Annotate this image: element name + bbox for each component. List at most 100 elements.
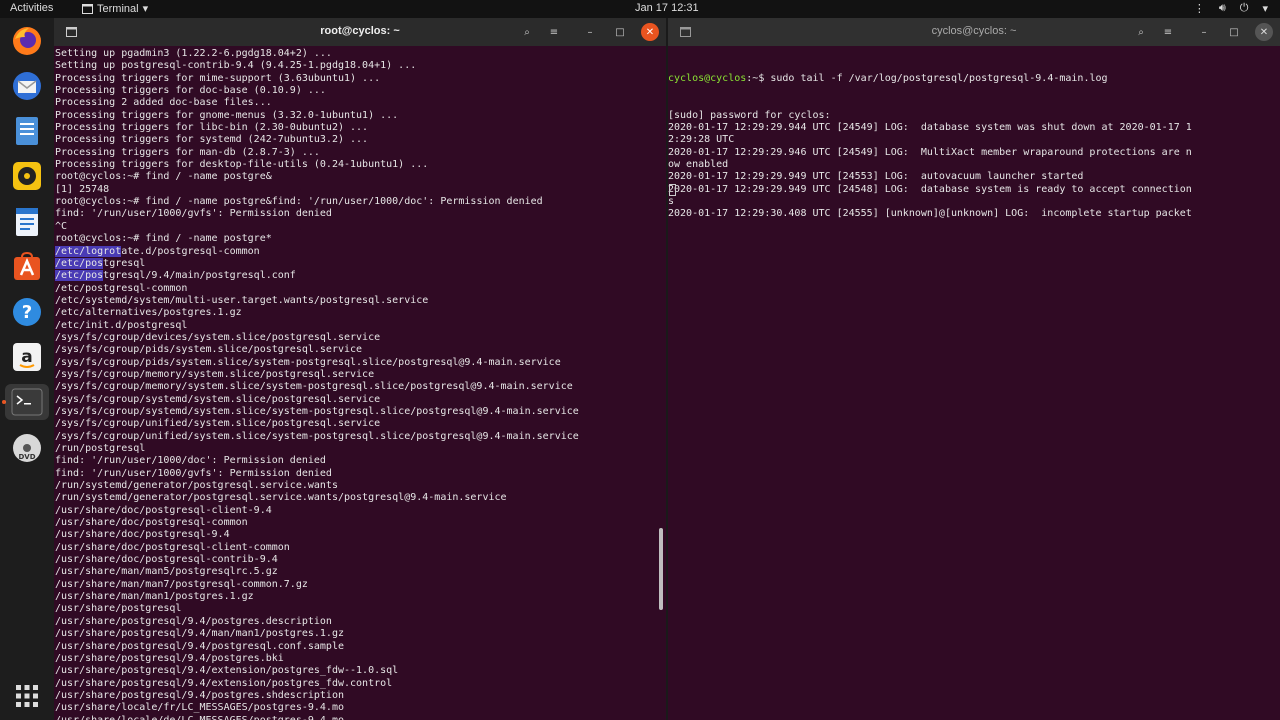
volume-icon: 🔊︎ xyxy=(1218,2,1226,14)
close-icon: ✕ xyxy=(645,26,655,38)
menu-button[interactable]: ≡ xyxy=(545,23,563,41)
line-text: /run/postgresql xyxy=(55,443,146,454)
terminal-line: ^C xyxy=(55,221,666,233)
terminal-line: /usr/share/postgresql/9.4/man/man1/postg… xyxy=(55,628,666,640)
terminal-line: /usr/share/postgresql/9.4/postgresql.con… xyxy=(55,641,666,653)
maximize-button[interactable]: □ xyxy=(1225,23,1243,41)
firefox-launcher[interactable] xyxy=(9,23,45,59)
writer-launcher[interactable] xyxy=(9,204,45,240)
terminal-line: /etc/systemd/system/multi-user.target.wa… xyxy=(55,295,666,307)
terminal-line: /usr/share/postgresql/9.4/postgres.bki xyxy=(55,653,666,665)
close-button[interactable]: ✕ xyxy=(641,23,659,41)
terminal-line: find: '/run/user/1000/gvfs': Permission … xyxy=(55,468,666,480)
terminal-line: Setting up postgresql-contrib-9.4 (9.4.2… xyxy=(55,60,666,72)
window-titlebar[interactable]: root@cyclos: ~ ⌕ ≡ – □ ✕ xyxy=(54,18,666,46)
line-text: /usr/share/man/man7/postgresql-common.7.… xyxy=(55,578,308,590)
terminal-small-icon xyxy=(82,3,93,14)
line-text: /usr/share/postgresql/9.4/postgres.bki xyxy=(55,652,284,664)
terminal-line: /sys/fs/cgroup/systemd/system.slice/post… xyxy=(55,394,666,406)
activities-button[interactable]: Activities xyxy=(10,2,53,14)
line-text: /usr/share/postgresql/9.4/extension/post… xyxy=(55,665,399,677)
terminal-line: /usr/share/postgresql/9.4/postgres.descr… xyxy=(55,616,666,628)
terminal-line: /sys/fs/cgroup/pids/system.slice/system-… xyxy=(55,357,666,369)
system-tray[interactable]: ⋮ 🔊︎ ⏻ ▾ xyxy=(1194,2,1268,15)
terminal-line: /sys/fs/cgroup/memory/system.slice/syste… xyxy=(55,381,666,393)
line-text: /usr/share/postgresql/9.4/postgres.shdes… xyxy=(55,689,344,701)
terminal-output[interactable]: cyclos@cyclos:~$ sudo tail -f /var/log/p… xyxy=(668,48,1280,720)
terminal-line: /usr/share/man/man7/postgresql-common.7.… xyxy=(55,579,666,591)
software-launcher[interactable] xyxy=(9,249,45,285)
search-button[interactable]: ⌕ xyxy=(518,23,536,41)
line-text: /etc/postgresql xyxy=(55,257,146,269)
line-text: Processing triggers for libc-bin (2.30-0… xyxy=(55,122,369,134)
line-text: /usr/share/postgresql/9.4/postgres.descr… xyxy=(55,615,332,627)
thunderbird-launcher[interactable] xyxy=(9,68,45,104)
line-text: Processing triggers for doc-base (0.10.9… xyxy=(55,85,326,97)
terminal-line: root@cyclos:~# find / -name postgre* xyxy=(55,233,666,245)
line-text: Setting up postgresql-contrib-9.4 (9.4.2… xyxy=(55,60,417,72)
rhythmbox-launcher[interactable] xyxy=(9,158,45,194)
line-text: /sys/fs/cgroup/memory/system.slice/postg… xyxy=(55,368,375,380)
software-icon xyxy=(14,251,40,280)
line-text: find: '/run/user/1000/gvfs': Permission … xyxy=(55,208,332,220)
minimize-button[interactable]: – xyxy=(1195,23,1213,41)
window-titlebar[interactable]: cyclos@cyclos: ~ ⌕ ≡ – □ ✕ xyxy=(668,18,1280,46)
line-text: /usr/share/locale/de/LC_MESSAGES/postgre… xyxy=(55,715,344,720)
terminal-launcher[interactable] xyxy=(5,384,49,420)
terminal-line: /usr/share/postgresql/9.4/postgres.shdes… xyxy=(55,690,666,702)
hamburger-icon: ≡ xyxy=(1163,26,1173,38)
terminal-icon xyxy=(11,388,43,416)
svg-text:?: ? xyxy=(22,302,32,323)
show-applications-button[interactable] xyxy=(9,678,45,714)
menu-button[interactable]: ≡ xyxy=(1159,23,1177,41)
log-line: [sudo] password for cyclos: xyxy=(668,109,831,121)
help-icon: ? xyxy=(13,298,41,326)
terminal-line: /sys/fs/cgroup/memory/system.slice/postg… xyxy=(55,369,666,381)
prompt-text: root@cyclos:~# xyxy=(55,233,140,245)
scrollbar[interactable] xyxy=(659,528,663,610)
line-text: Processing triggers for desktop-file-uti… xyxy=(55,159,429,171)
close-button[interactable]: ✕ xyxy=(1255,23,1273,41)
close-icon: ✕ xyxy=(1259,26,1269,38)
terminal-line: /sys/fs/cgroup/devices/system.slice/post… xyxy=(55,332,666,344)
line-text: Processing 2 added doc-base files... xyxy=(55,97,272,109)
dvd-launcher[interactable]: DVD xyxy=(9,430,45,466)
terminal-line: /etc/alternatives/postgres.1.gz xyxy=(55,307,666,319)
terminal-line: /sys/fs/cgroup/pids/system.slice/postgre… xyxy=(55,344,666,356)
terminal-line: /run/systemd/generator/postgresql.servic… xyxy=(55,492,666,504)
terminal-line: /usr/share/man/man5/postgresqlrc.5.gz xyxy=(55,566,666,578)
line-text: /run/systemd/generator/postgresql.servic… xyxy=(55,480,338,492)
firefox-icon xyxy=(13,27,41,55)
terminal-line: /usr/share/postgresql/9.4/extension/post… xyxy=(55,665,666,677)
maximize-icon: □ xyxy=(615,26,625,38)
prompt-text: root@cyclos:~# xyxy=(55,196,140,208)
terminal-line: /run/postgresql xyxy=(55,443,666,455)
hamburger-icon: ≡ xyxy=(549,26,559,38)
search-button[interactable]: ⌕ xyxy=(1132,23,1150,41)
window-title: cyclos@cyclos: ~ xyxy=(931,25,1017,37)
terminal-line: Processing triggers for man-db (2.8.7-3)… xyxy=(55,147,666,159)
terminal-line: /usr/share/doc/postgresql-contrib-9.4 xyxy=(55,554,666,566)
terminal-window-root[interactable]: root@cyclos: ~ ⌕ ≡ – □ ✕ Setting up pgad… xyxy=(54,18,666,720)
app-menu[interactable]: Terminal ▾ xyxy=(82,2,148,15)
terminal-window-cyclos[interactable]: cyclos@cyclos: ~ ⌕ ≡ – □ ✕ cyclos@cyclos… xyxy=(668,18,1280,720)
help-launcher[interactable]: ? xyxy=(9,294,45,330)
line-text: /sys/fs/cgroup/systemd/system.slice/syst… xyxy=(55,405,579,417)
app-grid-icon xyxy=(16,685,38,707)
terminal-line: /etc/logrotate.d/postgresql-common xyxy=(55,245,666,258)
terminal-line: Processing triggers for doc-base (0.10.9… xyxy=(55,85,666,97)
line-text: /etc/alternatives/postgres.1.gz xyxy=(55,307,242,319)
maximize-button[interactable]: □ xyxy=(611,23,629,41)
minimize-button[interactable]: – xyxy=(581,23,599,41)
amazon-launcher[interactable]: a xyxy=(9,339,45,375)
svg-text:DVD: DVD xyxy=(18,453,35,461)
files-launcher[interactable] xyxy=(9,113,45,149)
terminal-line: /etc/postgresql-common xyxy=(55,283,666,295)
text-selection: /etc/pos xyxy=(55,257,104,269)
line-text: /sys/fs/cgroup/devices/system.slice/post… xyxy=(55,331,381,343)
text-selection: /etc/pos xyxy=(55,270,104,282)
terminal-output[interactable]: Setting up pgadmin3 (1.22.2-6.pgdg18.04+… xyxy=(54,48,666,720)
clock[interactable]: Jan 17 12:31 xyxy=(635,2,699,14)
files-icon xyxy=(16,117,38,145)
line-text: /etc/init.d/postgresql xyxy=(55,319,188,331)
